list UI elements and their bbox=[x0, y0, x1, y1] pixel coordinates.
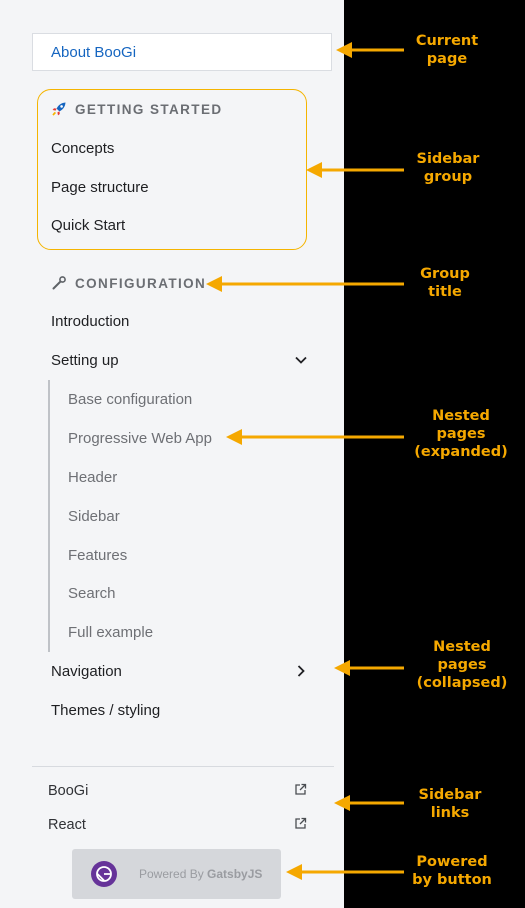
callout-sidebar-links: Sidebar links bbox=[412, 786, 488, 822]
callout-line: Sidebar bbox=[418, 787, 482, 803]
callout-line: (collapsed) bbox=[416, 675, 508, 691]
callout-sidebar-group: Sidebar group bbox=[410, 150, 486, 186]
callout-current-page: Current page bbox=[412, 32, 482, 68]
callout-line: pages bbox=[437, 657, 487, 673]
callout-line: group bbox=[423, 169, 473, 185]
callout-line: Sidebar bbox=[416, 151, 480, 167]
callout-powered-by: Powered by button bbox=[408, 853, 496, 889]
callout-line: links bbox=[430, 805, 470, 821]
callout-line: Nested bbox=[433, 639, 491, 655]
callout-line: title bbox=[428, 284, 462, 300]
callout-group-title: Group title bbox=[412, 265, 478, 301]
callout-line: Current bbox=[415, 33, 479, 49]
callout-line: pages bbox=[436, 426, 486, 442]
callout-line: Nested bbox=[432, 408, 490, 424]
callout-line: page bbox=[426, 51, 468, 67]
callout-line: by button bbox=[412, 872, 492, 888]
callout-nested-expanded: Nested pages (expanded) bbox=[408, 407, 514, 461]
callout-line: Powered bbox=[416, 854, 488, 870]
callout-line: (expanded) bbox=[414, 444, 508, 460]
callout-nested-collapsed: Nested pages (collapsed) bbox=[406, 638, 518, 692]
callout-line: Group bbox=[420, 266, 470, 282]
